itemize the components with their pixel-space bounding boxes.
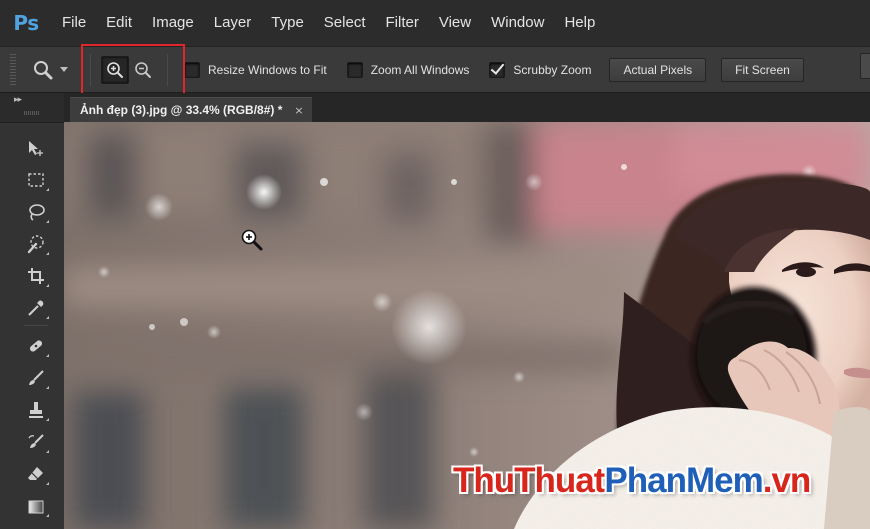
move-tool-icon[interactable] <box>22 135 50 161</box>
resize-windows-option[interactable]: Resize Windows to Fit <box>184 54 327 86</box>
zoom-out-icon <box>135 61 151 78</box>
collapse-icon[interactable]: ▸▸ <box>14 95 22 105</box>
resize-windows-checkbox[interactable] <box>184 61 200 78</box>
healing-brush-tool-icon[interactable] <box>22 333 50 359</box>
zoom-all-windows-checkbox[interactable] <box>346 61 363 78</box>
options-overflow-button[interactable] <box>860 53 870 79</box>
zoom-in-button[interactable] <box>101 55 129 84</box>
fit-screen-button[interactable]: Fit Screen <box>721 57 804 82</box>
chevron-down-icon <box>60 67 68 72</box>
zoom-all-windows-label: Zoom All Windows <box>370 62 470 77</box>
menu-type[interactable]: Type <box>261 0 314 46</box>
options-bar-grip[interactable] <box>10 53 16 86</box>
eraser-tool-icon[interactable] <box>22 461 50 487</box>
lasso-tool-icon[interactable] <box>22 199 50 225</box>
menu-edit[interactable]: Edit <box>96 0 142 46</box>
clone-stamp-tool-icon[interactable] <box>22 397 50 423</box>
crop-tool-icon[interactable] <box>22 263 50 289</box>
quick-selection-tool-icon[interactable] <box>22 231 50 257</box>
zoom-in-icon <box>107 61 123 78</box>
toolbox: ▸▸ <box>0 93 64 529</box>
watermark-part-3: .vn <box>762 461 812 500</box>
document-tab-title: Ảnh đẹp (3).jpg @ 33.4% (RGB/8#) * <box>80 103 283 117</box>
toolbox-grip[interactable] <box>24 111 40 115</box>
document-tab-bar: Ảnh đẹp (3).jpg @ 33.4% (RGB/8#) * × <box>64 93 870 122</box>
history-brush-tool-icon[interactable] <box>22 429 50 455</box>
toolbox-divider <box>24 325 48 326</box>
tool-preset-picker[interactable] <box>32 54 84 86</box>
menu-window[interactable]: Window <box>481 0 554 46</box>
magnifier-icon <box>34 60 53 79</box>
gradient-tool-icon[interactable] <box>22 493 50 519</box>
actual-pixels-button[interactable]: Actual Pixels <box>609 57 707 82</box>
watermark-part-2: PhanMem <box>604 461 763 500</box>
zoom-cursor-icon <box>241 229 263 251</box>
menu-bar: Ps File Edit Image Layer Type Select Fil… <box>0 0 870 46</box>
eyedropper-tool-icon[interactable] <box>22 295 50 321</box>
document-canvas[interactable]: ThuThuatPhanMem.vn <box>64 122 870 529</box>
menu-image[interactable]: Image <box>142 0 204 46</box>
divider <box>90 53 91 86</box>
toolbox-header: ▸▸ <box>0 93 64 123</box>
zoom-mode-group <box>97 54 161 86</box>
menu-layer[interactable]: Layer <box>204 0 262 46</box>
watermark: ThuThuatPhanMem.vn <box>453 461 812 501</box>
marquee-tool-icon[interactable] <box>22 167 50 193</box>
menu-select[interactable]: Select <box>314 0 376 46</box>
divider <box>167 53 168 86</box>
close-icon[interactable]: × <box>294 104 303 117</box>
scrubby-zoom-checkbox[interactable] <box>489 61 506 78</box>
menu-help[interactable]: Help <box>554 0 605 46</box>
resize-windows-label: Resize Windows to Fit <box>208 62 327 77</box>
scrubby-zoom-option[interactable]: Scrubby Zoom <box>489 54 591 86</box>
menu-view[interactable]: View <box>429 0 481 46</box>
zoom-all-windows-option[interactable]: Zoom All Windows <box>346 54 470 86</box>
scrubby-zoom-label: Scrubby Zoom <box>513 62 592 77</box>
zoom-out-button[interactable] <box>129 56 157 84</box>
photoshop-logo: Ps <box>13 11 39 35</box>
brush-tool-icon[interactable] <box>22 365 50 391</box>
menu-filter[interactable]: Filter <box>376 0 429 46</box>
watermark-part-1: ThuThuat <box>453 461 605 500</box>
document-tab[interactable]: Ảnh đẹp (3).jpg @ 33.4% (RGB/8#) * × <box>70 97 312 122</box>
options-bar: Resize Windows to Fit Zoom All Windows S… <box>0 46 870 93</box>
menu-file[interactable]: File <box>52 0 96 46</box>
